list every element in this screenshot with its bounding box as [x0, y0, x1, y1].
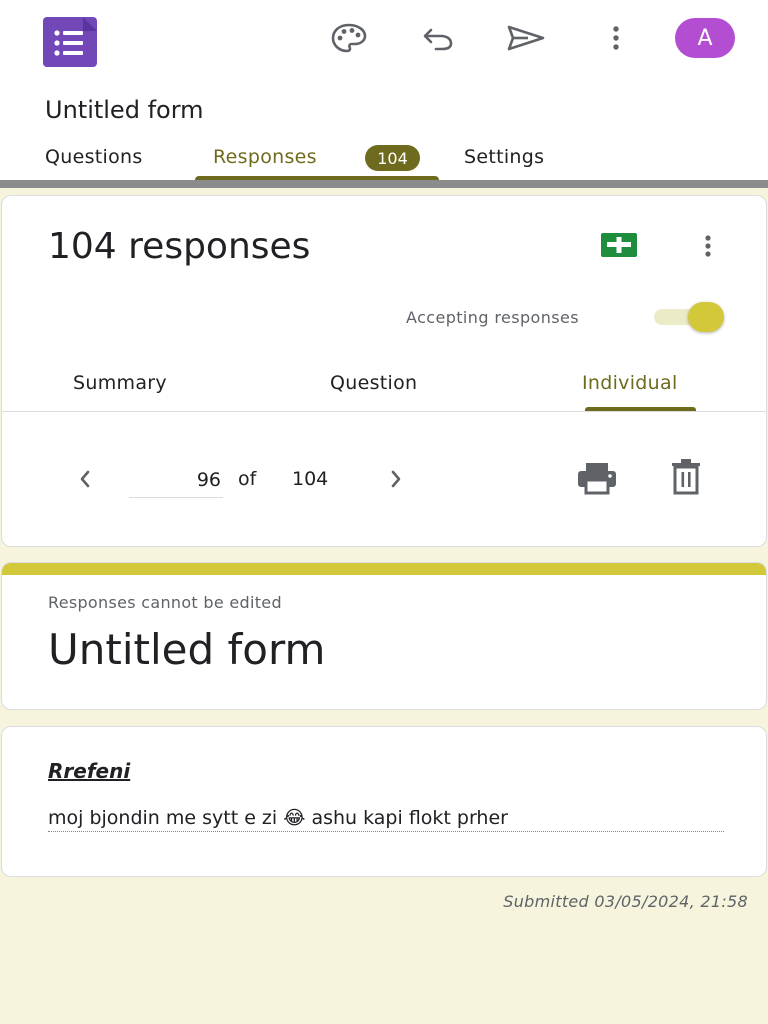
accepting-responses-toggle[interactable] [654, 302, 726, 332]
subtab-question[interactable]: Question [330, 372, 417, 394]
top-app-bar: A Untitled form Questions Responses 104 … [0, 0, 768, 186]
pager-of-label: of [238, 468, 257, 490]
answer-card: Rrefeni moj bjondin me sytt e zi 😂 ashu … [1, 726, 767, 877]
main-tabs: Questions Responses 104 Settings [0, 140, 768, 180]
more-vert-icon[interactable] [596, 20, 636, 56]
pager-total: 104 [292, 468, 329, 490]
responses-count-title: 104 responses [48, 226, 311, 267]
submitted-timestamp: Submitted 03/05/2024, 21:58 [503, 892, 748, 911]
cannot-edit-notice: Responses cannot be edited [48, 593, 282, 612]
chevron-left-icon[interactable] [70, 464, 100, 494]
toggle-thumb [688, 302, 724, 332]
response-number-input[interactable] [129, 462, 223, 498]
tab-responses[interactable]: Responses [213, 146, 317, 168]
form-accent-bar [2, 563, 766, 575]
form-header-card: Responses cannot be edited Untitled form [1, 562, 767, 710]
send-icon[interactable] [506, 20, 546, 56]
chevron-right-icon[interactable] [381, 464, 411, 494]
accepting-responses-label: Accepting responses [406, 308, 579, 327]
tab-divider [0, 180, 768, 188]
answer-text: moj bjondin me sytt e zi 😂 ashu kapi flo… [48, 807, 724, 832]
trash-icon[interactable] [668, 458, 704, 496]
subtab-summary[interactable]: Summary [73, 372, 167, 394]
responses-more-icon[interactable] [694, 232, 722, 260]
undo-icon[interactable] [418, 20, 458, 56]
form-title-header[interactable]: Untitled form [45, 96, 204, 124]
question-title: Rrefeni [48, 759, 131, 783]
subtab-individual[interactable]: Individual [582, 372, 678, 394]
google-forms-icon[interactable] [42, 17, 98, 67]
sheets-icon[interactable] [600, 232, 638, 258]
account-avatar[interactable]: A [675, 18, 735, 58]
tab-settings[interactable]: Settings [464, 146, 544, 168]
palette-icon[interactable] [329, 20, 369, 56]
form-title: Untitled form [48, 625, 326, 674]
print-icon[interactable] [576, 460, 618, 496]
responses-card: 104 responses Accepting responses Summar… [1, 195, 767, 547]
subtab-divider [2, 411, 766, 412]
responses-count-badge: 104 [365, 145, 420, 171]
tab-questions[interactable]: Questions [45, 146, 143, 168]
